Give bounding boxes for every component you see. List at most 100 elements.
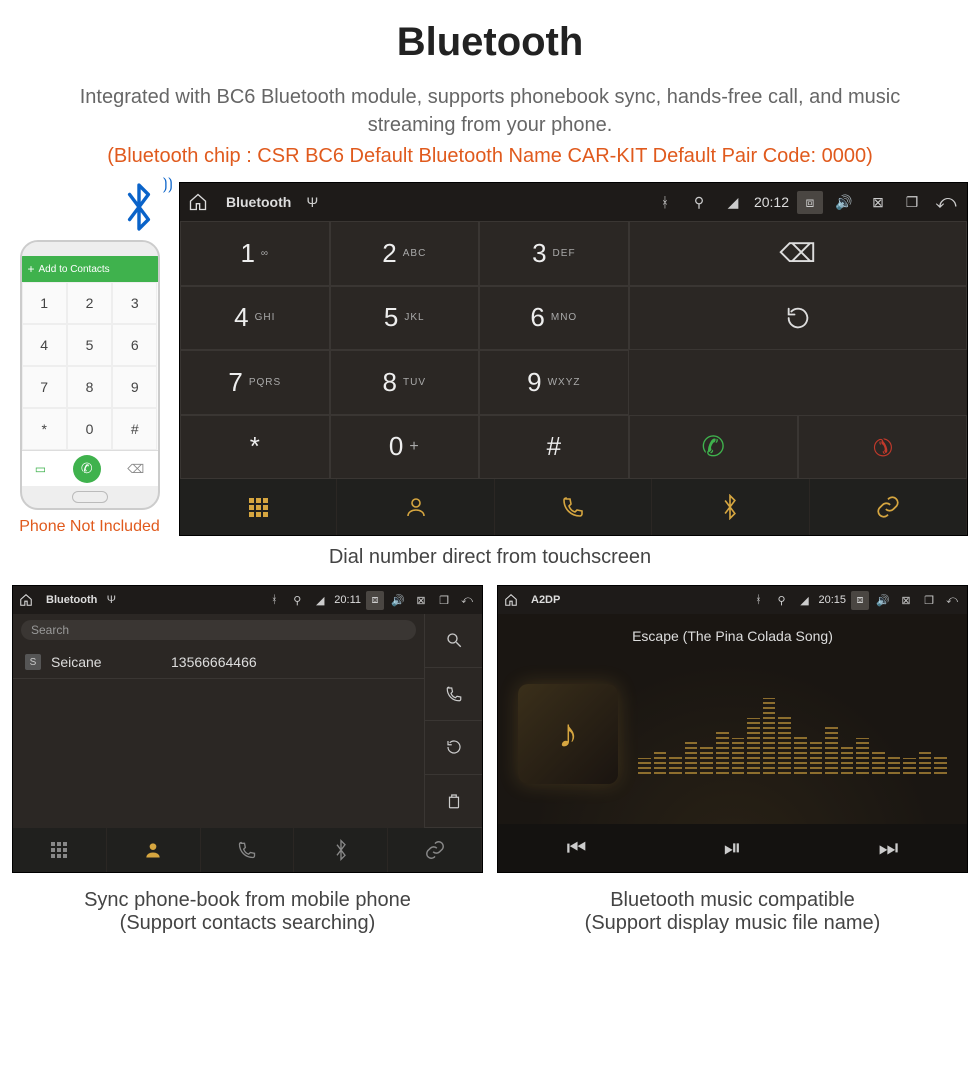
music-caption-2: (Support display music file name)	[497, 912, 968, 935]
key-9[interactable]: 9WXYZ	[479, 350, 629, 415]
refresh-button[interactable]	[629, 286, 967, 351]
statusbar-title: A2DP	[531, 594, 560, 606]
music-statusbar: A2DP ᚼ ⚲ ◢ 20:15 ⧈ 🔊 ⊠ ❐ ⤺	[498, 586, 967, 614]
statusbar-time: 20:11	[334, 594, 361, 606]
back-icon[interactable]: ⤺	[943, 594, 961, 607]
dialer-bottom-nav	[180, 479, 967, 535]
home-icon[interactable]	[188, 192, 214, 212]
volume-icon[interactable]: 🔊	[831, 194, 857, 211]
phone-keypad: 123 456 789 *0#	[22, 282, 158, 450]
recent-apps-icon[interactable]: ❐	[920, 594, 938, 607]
close-icon[interactable]: ⊠	[412, 594, 430, 607]
phone-add-contacts-bar: + Add to Contacts	[22, 256, 158, 282]
album-art: ♪	[518, 684, 618, 784]
bluetooth-icon: ⟯⟯	[119, 182, 159, 232]
nav-phone-icon[interactable]	[201, 828, 295, 872]
nav-keypad-icon[interactable]	[180, 479, 337, 535]
backspace-button[interactable]: ⌫	[629, 221, 967, 286]
contacts-caption-2: (Support contacts searching)	[12, 912, 483, 935]
key-5[interactable]: 5JKL	[330, 286, 480, 351]
song-title: Escape (The Pina Colada Song)	[632, 628, 833, 644]
dialer-caption: Dial number direct from touchscreen	[12, 546, 968, 569]
location-icon: ⚲	[686, 194, 712, 211]
side-search-icon[interactable]	[424, 614, 482, 668]
statusbar-title: Bluetooth	[226, 194, 291, 210]
key-7[interactable]: 7PQRS	[180, 350, 330, 415]
contact-row[interactable]: S Seicane 13566664466	[13, 646, 424, 679]
back-icon[interactable]: ⤺	[933, 191, 959, 214]
home-icon[interactable]	[504, 593, 522, 607]
nav-contacts-icon[interactable]	[337, 479, 494, 535]
contact-number: 13566664466	[171, 654, 257, 670]
nav-link-icon[interactable]	[810, 479, 967, 535]
page-description: Integrated with BC6 Bluetooth module, su…	[42, 83, 938, 139]
nav-phone-icon[interactable]	[495, 479, 652, 535]
nav-contacts-icon[interactable]	[107, 828, 201, 872]
usb-icon: Ψ	[299, 194, 325, 210]
nav-bluetooth-icon[interactable]	[294, 828, 388, 872]
play-pause-button[interactable]: ⏯	[724, 835, 742, 861]
dialer-keypad: 1∞ 2ABC 3DEF 4GHI 5JKL 6MNO 7PQRS 8TUV 9…	[180, 221, 629, 479]
volume-icon[interactable]: 🔊	[389, 594, 407, 607]
home-icon[interactable]	[19, 593, 37, 607]
add-contacts-label: Add to Contacts	[39, 264, 110, 275]
equalizer-visual	[638, 694, 947, 774]
key-8[interactable]: 8TUV	[330, 350, 480, 415]
phone-caption: Phone Not Included	[19, 518, 160, 536]
music-caption-1: Bluetooth music compatible	[610, 889, 855, 911]
dialer-statusbar: Bluetooth Ψ ᚼ ⚲ ◢ 20:12 ⧈ 🔊 ⊠ ❐ ⤺	[180, 183, 967, 221]
camera-icon[interactable]: ⧈	[851, 591, 869, 610]
statusbar-time: 20:12	[754, 194, 789, 210]
phone-backspace-icon: ⌫	[127, 462, 144, 476]
nav-keypad-icon[interactable]	[13, 828, 107, 872]
side-call-icon[interactable]	[424, 668, 482, 722]
nav-bluetooth-icon[interactable]	[652, 479, 809, 535]
recent-apps-icon[interactable]: ❐	[899, 194, 925, 211]
page-title: Bluetooth	[12, 20, 968, 65]
bluetooth-status-icon: ᚼ	[652, 194, 678, 210]
key-0[interactable]: 0+	[330, 415, 480, 480]
prev-track-button[interactable]: ⏮	[567, 835, 587, 861]
key-2[interactable]: 2ABC	[330, 221, 480, 286]
usb-icon: Ψ	[102, 594, 120, 606]
wifi-icon: ◢	[720, 194, 746, 211]
key-1[interactable]: 1∞	[180, 221, 330, 286]
side-refresh-icon[interactable]	[424, 721, 482, 775]
contacts-statusbar: Bluetooth Ψ ᚼ ⚲ ◢ 20:11 ⧈ 🔊 ⊠ ❐ ⤺	[13, 586, 482, 614]
contact-name: Seicane	[51, 654, 161, 670]
contact-initial: S	[25, 654, 41, 670]
side-delete-icon[interactable]	[424, 775, 482, 829]
bluetooth-status-icon: ᚼ	[749, 594, 767, 606]
music-screen: A2DP ᚼ ⚲ ◢ 20:15 ⧈ 🔊 ⊠ ❐ ⤺ Escape (The P…	[497, 585, 968, 873]
wifi-icon: ◢	[311, 594, 329, 607]
camera-icon[interactable]: ⧈	[797, 191, 823, 214]
dialer-screen: Bluetooth Ψ ᚼ ⚲ ◢ 20:12 ⧈ 🔊 ⊠ ❐ ⤺ 1∞ 2AB…	[179, 182, 968, 536]
close-icon[interactable]: ⊠	[897, 594, 915, 607]
key-hash[interactable]: #	[479, 415, 629, 480]
key-3[interactable]: 3DEF	[479, 221, 629, 286]
bluetooth-specs: (Bluetooth chip : CSR BC6 Default Blueto…	[12, 145, 968, 168]
statusbar-title: Bluetooth	[46, 594, 97, 606]
volume-icon[interactable]: 🔊	[874, 594, 892, 607]
key-star[interactable]: *	[180, 415, 330, 480]
wifi-icon: ◢	[795, 594, 813, 607]
recent-apps-icon[interactable]: ❐	[435, 594, 453, 607]
bluetooth-status-icon: ᚼ	[265, 594, 283, 606]
close-icon[interactable]: ⊠	[865, 194, 891, 211]
contacts-screen: Bluetooth Ψ ᚼ ⚲ ◢ 20:11 ⧈ 🔊 ⊠ ❐ ⤺ Search…	[12, 585, 483, 873]
key-6[interactable]: 6MNO	[479, 286, 629, 351]
key-4[interactable]: 4GHI	[180, 286, 330, 351]
back-icon[interactable]: ⤺	[458, 594, 476, 607]
camera-icon[interactable]: ⧈	[366, 591, 384, 610]
statusbar-time: 20:15	[818, 594, 846, 606]
nav-link-icon[interactable]	[388, 828, 482, 872]
contacts-caption-1: Sync phone-book from mobile phone	[84, 889, 411, 911]
hangup-button[interactable]: ✆	[798, 415, 967, 480]
location-icon: ⚲	[772, 594, 790, 607]
search-input[interactable]: Search	[21, 620, 416, 640]
phone-call-button: ✆	[73, 455, 101, 483]
call-button[interactable]: ✆	[629, 415, 798, 480]
location-icon: ⚲	[288, 594, 306, 607]
next-track-button[interactable]: ⏭	[879, 835, 899, 861]
phone-video-icon: ▭	[35, 462, 46, 476]
